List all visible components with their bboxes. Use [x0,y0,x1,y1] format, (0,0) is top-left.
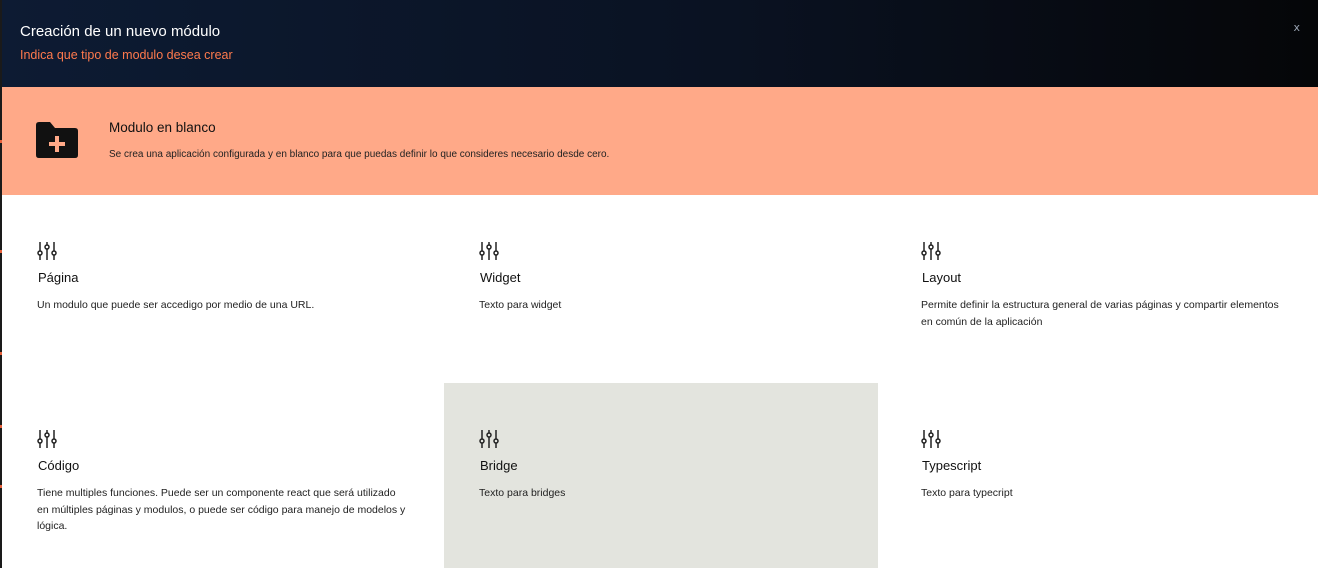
module-type-description: Permite definir la estructura general de… [921,299,1279,328]
blank-module-option[interactable]: Modulo en blanco Se crea una aplicación … [2,87,1318,195]
folder-plus-icon [36,122,78,158]
module-type-layout[interactable]: Layout Permite definir la estructura gen… [886,195,1318,372]
sliders-icon [921,430,941,448]
module-type-title: Layout [922,270,962,285]
module-type-title: Página [38,270,79,285]
sliders-icon [37,430,57,448]
module-type-codigo[interactable]: Código Tiene multiples funciones. Puede … [2,383,436,568]
sliders-icon [479,242,499,260]
module-type-description: Texto para widget [479,299,562,311]
sliders-icon [479,430,499,448]
module-type-description: Tiene multiples funciones. Puede ser un … [37,487,406,532]
module-type-bridge[interactable]: Bridge Texto para bridges [444,383,878,568]
module-type-description: Texto para bridges [479,487,566,499]
module-type-description: Un modulo que puede ser accedigo por med… [37,299,315,311]
module-type-title: Typescript [922,458,982,473]
module-type-title: Bridge [480,458,518,473]
module-type-description: Texto para typecript [921,487,1013,499]
module-type-title: Widget [480,270,521,285]
blank-module-description: Se crea una aplicación configurada y en … [109,149,610,160]
sliders-icon [37,242,57,260]
sliders-icon [921,242,941,260]
module-type-pagina[interactable]: Página Un modulo que puede ser accedigo … [2,195,436,372]
module-type-title: Código [38,458,80,473]
blank-module-title: Modulo en blanco [109,120,216,135]
close-button[interactable]: x [1293,21,1300,34]
module-type-typescript[interactable]: Typescript Texto para typecript [886,383,1318,568]
modal-title: Creación de un nuevo módulo [20,23,221,40]
modal-subtitle: Indica que tipo de modulo desea crear [20,48,233,62]
modal-header: Creación de un nuevo módulo Indica que t… [2,0,1318,87]
module-type-widget[interactable]: Widget Texto para widget [444,195,878,372]
